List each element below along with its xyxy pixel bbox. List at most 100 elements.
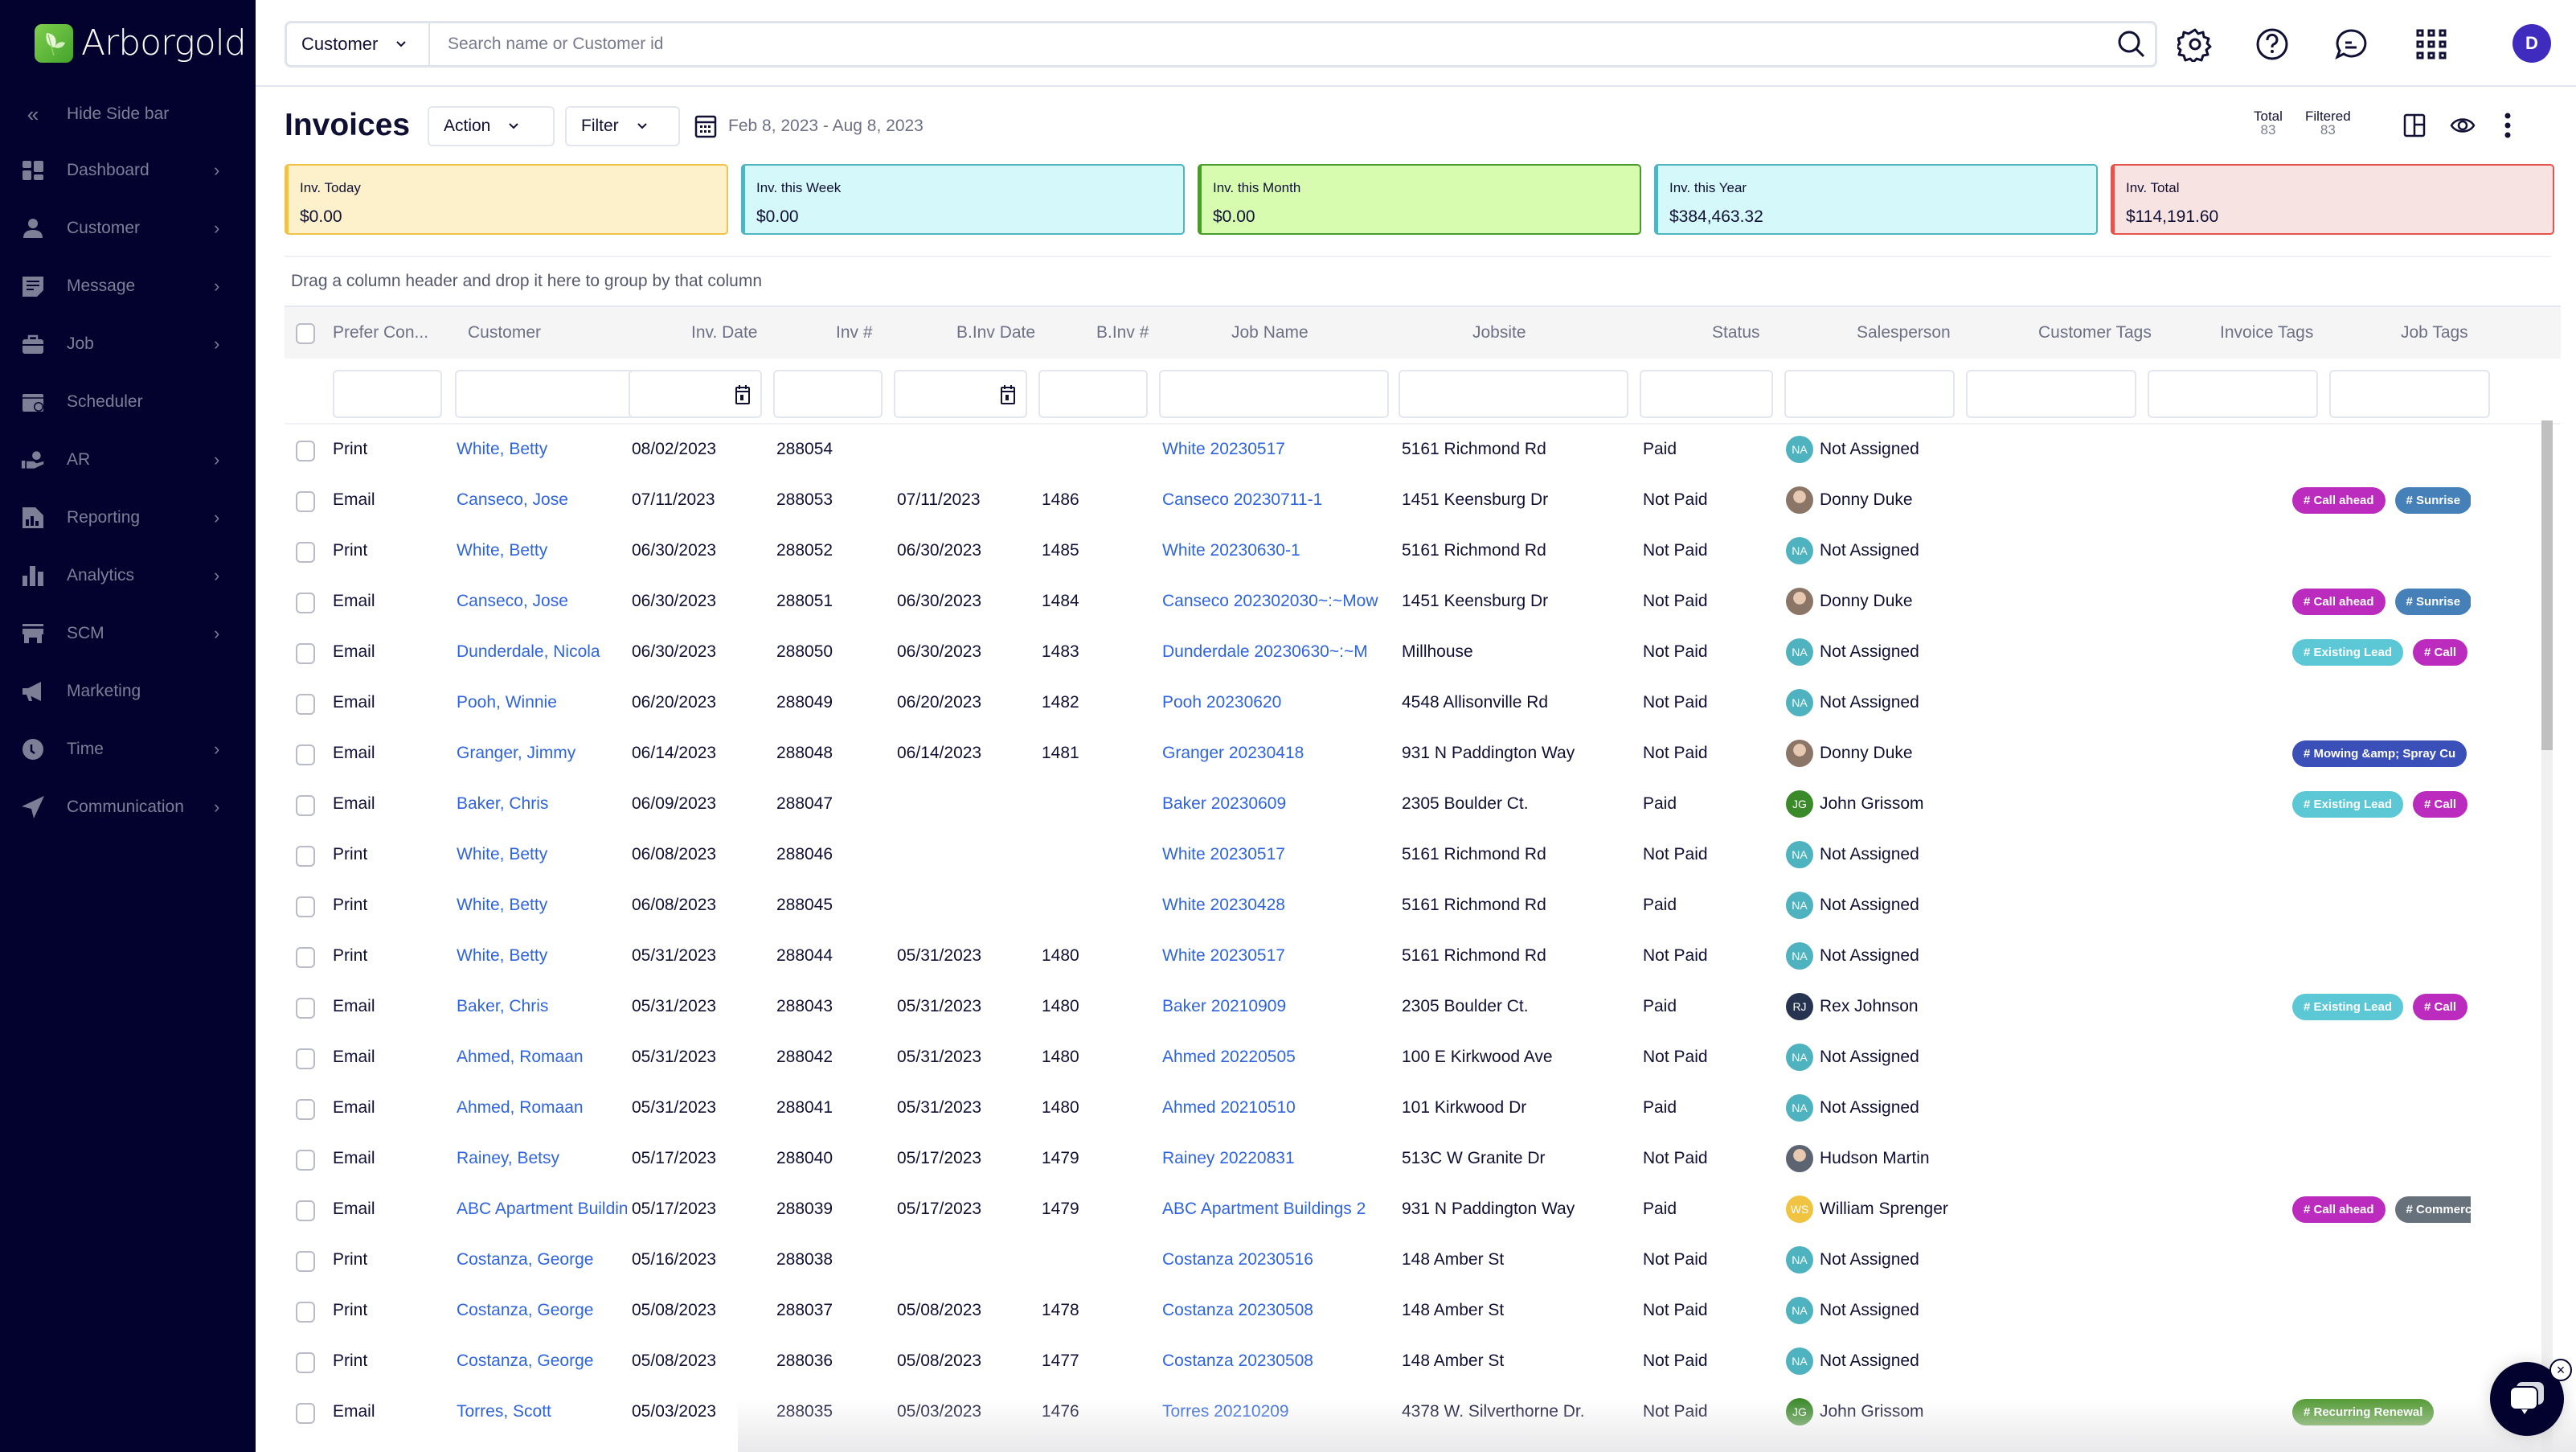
filter-input-4[interactable]: [894, 370, 1027, 418]
table-row[interactable]: Email ABC Apartment Buildings (A 05/17/202…: [285, 1184, 2561, 1235]
filter-input-2[interactable]: [629, 370, 762, 418]
job-name-link[interactable]: Dunderdale 20230630~:~M: [1162, 642, 1395, 662]
action-dropdown[interactable]: Action: [428, 106, 555, 146]
customer-tag[interactable]: # Call: [2413, 791, 2468, 818]
row-checkbox[interactable]: [296, 795, 315, 816]
sidebar-item-time[interactable]: Time ›: [0, 725, 256, 773]
table-row[interactable]: Email Baker, Chris 05/31/2023 288043 05/31/2…: [285, 982, 2561, 1032]
customer-link[interactable]: White, Betty: [457, 440, 627, 459]
kpi-card-inv-this-month[interactable]: Inv. this Month $0.00: [1198, 164, 1641, 235]
job-name-link[interactable]: White 20230517: [1162, 440, 1395, 459]
sidebar-item-job[interactable]: Job ›: [0, 320, 256, 368]
sidebar-item-message[interactable]: Message ›: [0, 262, 256, 310]
select-all-checkbox[interactable]: [296, 323, 315, 344]
filter-input-12[interactable]: [2329, 370, 2490, 418]
row-checkbox[interactable]: [296, 947, 315, 968]
column-header-inv-date[interactable]: Inv. Date: [691, 323, 757, 342]
visibility-button[interactable]: [2448, 111, 2477, 140]
column-header-b-inv-no[interactable]: B.Inv #: [1096, 323, 1149, 342]
row-checkbox[interactable]: [296, 998, 315, 1019]
messages-button[interactable]: [2331, 24, 2371, 64]
table-row[interactable]: Email Canseco, Jose 06/30/2023 288051 06/30/…: [285, 576, 2561, 627]
column-layout-button[interactable]: [2400, 111, 2429, 140]
filter-input-11[interactable]: [2148, 370, 2318, 418]
job-name-link[interactable]: Costanza 20230508: [1162, 1301, 1395, 1320]
column-header-customer-tags[interactable]: Customer Tags: [2038, 323, 2152, 342]
customer-link[interactable]: Canseco, Jose: [457, 592, 627, 611]
sidebar-item-reporting[interactable]: Reporting ›: [0, 494, 256, 542]
table-row[interactable]: Email Pooh, Winnie 06/20/2023 288049 06/20/2…: [285, 678, 2561, 728]
customer-link[interactable]: Canseco, Jose: [457, 490, 627, 510]
filter-input-3[interactable]: [773, 370, 883, 418]
table-row[interactable]: Print White, Betty 05/31/2023 288044 05/31/2…: [285, 931, 2561, 982]
filter-dropdown[interactable]: Filter: [565, 106, 680, 146]
column-header-salesperson[interactable]: Salesperson: [1857, 323, 1951, 342]
filter-input-9[interactable]: [1784, 370, 1955, 418]
customer-link[interactable]: Granger, Jimmy: [457, 744, 627, 763]
job-name-link[interactable]: Baker 20210909: [1162, 997, 1395, 1016]
job-name-link[interactable]: Granger 20230418: [1162, 744, 1395, 763]
filter-input-7[interactable]: [1399, 370, 1628, 418]
customer-link[interactable]: Costanza, George: [457, 1352, 627, 1371]
table-row[interactable]: Print Costanza, George 05/08/2023 288037 05/…: [285, 1286, 2561, 1336]
column-header-invoice-tags[interactable]: Invoice Tags: [2220, 323, 2313, 342]
customer-link[interactable]: Baker, Chris: [457, 794, 627, 814]
sidebar-item-communication[interactable]: Communication ›: [0, 783, 256, 831]
customer-tag[interactable]: # Mowing &amp; Spray Cu: [2292, 740, 2467, 767]
customer-tag[interactable]: # Existing Lead: [2292, 639, 2404, 666]
table-row[interactable]: Email Baker, Chris 06/09/2023 288047 Baker 2…: [285, 779, 2561, 830]
customer-tag[interactable]: # Call ahead: [2292, 1196, 2386, 1223]
job-name-link[interactable]: Costanza 20230508: [1162, 1352, 1395, 1371]
customer-link[interactable]: Ahmed, Romaan: [457, 1048, 627, 1067]
job-name-link[interactable]: White 20230428: [1162, 896, 1395, 915]
table-row[interactable]: Email Granger, Jimmy 06/14/2023 288048 06/14…: [285, 728, 2561, 779]
search-input[interactable]: [430, 35, 2108, 54]
customer-link[interactable]: Costanza, George: [457, 1301, 627, 1320]
sidebar-item-marketing[interactable]: Marketing: [0, 667, 256, 716]
table-row[interactable]: Print Costanza, George 05/16/2023 288038 Cos…: [285, 1235, 2561, 1286]
customer-link[interactable]: Pooh, Winnie: [457, 693, 627, 712]
row-checkbox[interactable]: [296, 846, 315, 867]
table-row[interactable]: Print White, Betty 06/30/2023 288052 06/30/2…: [285, 526, 2561, 576]
customer-tag[interactable]: # Sunrise: [2394, 487, 2471, 514]
column-header-inv-no[interactable]: Inv #: [836, 323, 873, 342]
chat-close-button[interactable]: ×: [2549, 1359, 2572, 1381]
kpi-card-inv-today[interactable]: Inv. Today $0.00: [285, 164, 728, 235]
table-row[interactable]: Print Costanza, George 05/08/2023 288036 05/…: [285, 1336, 2561, 1387]
column-header-b-inv-date[interactable]: B.Inv Date: [956, 323, 1035, 342]
customer-link[interactable]: ABC Apartment Buildings (A: [457, 1200, 627, 1219]
row-checkbox[interactable]: [296, 643, 315, 664]
table-row[interactable]: Email Canseco, Jose 07/11/2023 288053 07/11/…: [285, 475, 2561, 526]
row-checkbox[interactable]: [296, 1251, 315, 1272]
customer-tag[interactable]: # Sunrise: [2394, 589, 2471, 615]
customer-link[interactable]: Baker, Chris: [457, 997, 627, 1016]
filter-input-6[interactable]: [1159, 370, 1389, 418]
row-checkbox[interactable]: [296, 1048, 315, 1069]
customer-tag[interactable]: # Existing Lead: [2292, 791, 2404, 818]
job-name-link[interactable]: White 20230517: [1162, 946, 1395, 966]
row-checkbox[interactable]: [296, 542, 315, 563]
customer-link[interactable]: Costanza, George: [457, 1250, 627, 1269]
customer-tag[interactable]: # Call: [2413, 639, 2468, 666]
vertical-scrollbar[interactable]: [2541, 420, 2553, 750]
kpi-card-inv-this-week[interactable]: Inv. this Week $0.00: [741, 164, 1185, 235]
column-header-job-name[interactable]: Job Name: [1231, 323, 1308, 342]
column-header-prefer-con[interactable]: Prefer Con...: [333, 323, 428, 342]
row-checkbox[interactable]: [296, 1403, 315, 1424]
sidebar-item-analytics[interactable]: Analytics ›: [0, 552, 256, 600]
filter-input-8[interactable]: [1640, 370, 1773, 418]
column-header-jobsite[interactable]: Jobsite: [1472, 323, 1526, 342]
calendar-icon[interactable]: [735, 384, 751, 409]
customer-tag[interactable]: # Call ahead: [2292, 589, 2386, 615]
user-avatar[interactable]: D: [2513, 24, 2551, 63]
customer-tag[interactable]: # Call: [2413, 994, 2468, 1020]
sidebar-item-ar[interactable]: AR ›: [0, 436, 256, 484]
job-name-link[interactable]: White 20230630-1: [1162, 541, 1395, 560]
job-name-link[interactable]: Ahmed 20210510: [1162, 1098, 1395, 1118]
filter-input-0[interactable]: [333, 370, 442, 418]
help-button[interactable]: [2252, 24, 2292, 64]
table-row[interactable]: Print White, Betty 06/08/2023 288046 White 2…: [285, 830, 2561, 880]
table-row[interactable]: Print White, Betty 08/02/2023 288054 White 2…: [285, 425, 2561, 475]
column-header-customer[interactable]: Customer: [468, 323, 541, 342]
job-name-link[interactable]: Canseco 20230711-1: [1162, 490, 1395, 510]
